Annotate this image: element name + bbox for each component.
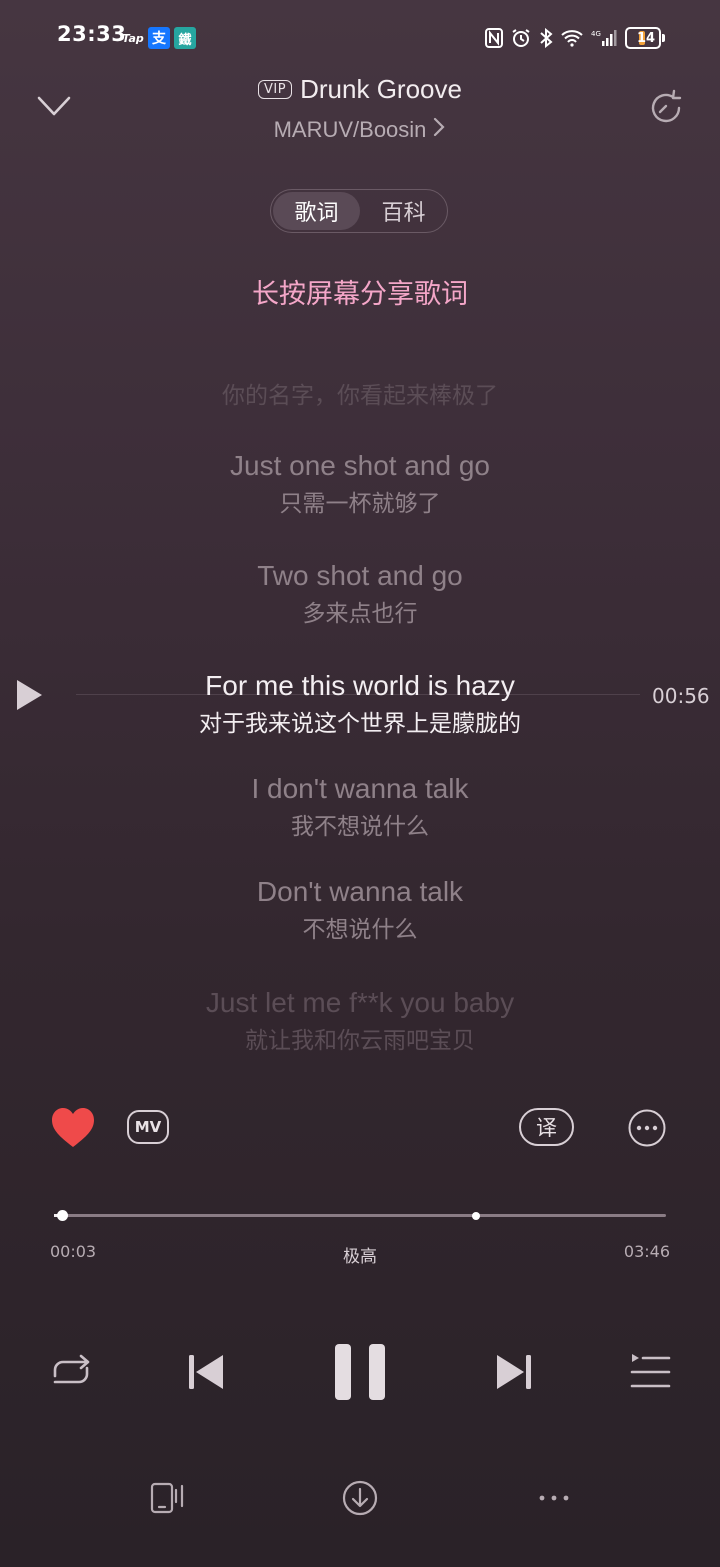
railway-app-icon: 鐵 bbox=[174, 27, 196, 49]
audio-quality-button[interactable]: 极高 bbox=[0, 1242, 720, 1267]
lyric-original: I don't wanna talk bbox=[251, 773, 469, 804]
ellipsis-icon bbox=[539, 1495, 569, 1501]
battery-icon: 14 bbox=[625, 27, 665, 49]
total-time: 03:46 bbox=[623, 1242, 670, 1261]
battery-level: 14 bbox=[637, 30, 656, 46]
lyric-translation: 只需一杯就够了 bbox=[279, 491, 441, 517]
lyric-translation: 你的名字，你看起来棒极了 bbox=[222, 383, 498, 409]
lyric-translation: 不想说什么 bbox=[302, 917, 418, 943]
share-lyrics-hint: 长按屏幕分享歌词 bbox=[252, 279, 468, 310]
heart-icon bbox=[52, 1108, 94, 1147]
lyric-original: Two shot and go bbox=[257, 560, 463, 591]
next-track-button[interactable] bbox=[492, 1350, 536, 1394]
lyric-original: Just let me f**k you baby bbox=[205, 987, 515, 1018]
more-options-button[interactable] bbox=[627, 1108, 667, 1148]
bottom-more-button[interactable] bbox=[536, 1486, 572, 1510]
playlist-button[interactable] bbox=[628, 1350, 672, 1394]
song-title: Drunk Groove bbox=[300, 74, 462, 104]
skip-next-icon bbox=[497, 1355, 531, 1389]
lyric-line[interactable]: 你的名字，你看起来棒极了 bbox=[0, 374, 720, 410]
artist-name: MARUV/Boosin bbox=[273, 117, 427, 142]
pause-button[interactable] bbox=[330, 1340, 390, 1404]
nfc-icon bbox=[485, 28, 503, 48]
lyric-line[interactable]: Just one shot and go 只需一杯就够了 bbox=[0, 450, 720, 518]
lyric-line-time: 00:56 bbox=[652, 684, 710, 708]
lyric-line[interactable]: Two shot and go 多来点也行 bbox=[0, 560, 720, 628]
repeat-button[interactable] bbox=[47, 1350, 95, 1394]
lyric-original: Don't wanna talk bbox=[256, 876, 464, 907]
alipay-app-icon: 支 bbox=[148, 27, 170, 49]
lyric-line[interactable]: I don't wanna talk 我不想说什么 bbox=[0, 773, 720, 841]
like-button[interactable] bbox=[50, 1106, 96, 1150]
song-title-row: VIP Drunk Groove bbox=[0, 74, 720, 105]
play-icon bbox=[17, 680, 42, 710]
share-button[interactable] bbox=[646, 88, 686, 128]
tap-app-icon: Tap bbox=[122, 31, 144, 45]
pause-icon bbox=[335, 1344, 385, 1400]
lyric-line[interactable]: Just let me f**k you baby 就让我和你云雨吧宝贝 bbox=[0, 987, 720, 1055]
alarm-icon bbox=[511, 28, 531, 48]
vip-badge: VIP bbox=[258, 80, 293, 99]
svg-text:4G: 4G bbox=[591, 30, 601, 38]
lyric-translation: 对于我来说这个世界上是朦胧的 bbox=[199, 711, 521, 737]
translate-button[interactable]: 译 bbox=[519, 1108, 574, 1146]
download-icon bbox=[342, 1480, 378, 1516]
status-icons: 4G 14 bbox=[485, 27, 665, 49]
previous-track-button[interactable] bbox=[184, 1350, 228, 1394]
more-circle-icon bbox=[628, 1109, 666, 1147]
lyric-translation: 我不想说什么 bbox=[291, 814, 429, 840]
status-time: 23:33 bbox=[57, 22, 127, 46]
current-lyric-line[interactable]: For me this world is hazy 对于我来说这个世界上是朦胧的 bbox=[0, 670, 720, 738]
lyric-translation: 多来点也行 bbox=[302, 601, 418, 627]
repeat-icon bbox=[53, 1354, 90, 1384]
chevron-right-icon bbox=[432, 116, 446, 144]
lyric-line[interactable]: Don't wanna talk 不想说什么 bbox=[0, 876, 720, 944]
signal-icon: 4G bbox=[591, 28, 617, 48]
mv-button[interactable]: MV bbox=[127, 1110, 169, 1144]
play-from-line-button[interactable] bbox=[14, 678, 44, 712]
buffer-marker bbox=[472, 1212, 481, 1220]
device-icon bbox=[150, 1482, 184, 1514]
skip-previous-icon bbox=[189, 1355, 223, 1389]
device-output-button[interactable] bbox=[148, 1478, 188, 1518]
progress-track[interactable] bbox=[54, 1214, 666, 1217]
tab-encyclopedia[interactable]: 百科 bbox=[360, 192, 447, 230]
tab-lyrics[interactable]: 歌词 bbox=[273, 192, 360, 230]
lyric-original: Just one shot and go bbox=[230, 450, 490, 481]
lyrics-tabs: 歌词 百科 bbox=[270, 189, 448, 233]
bluetooth-icon bbox=[539, 28, 553, 48]
playlist-icon bbox=[630, 1354, 671, 1388]
download-button[interactable] bbox=[340, 1478, 380, 1518]
artist-link[interactable]: MARUV/Boosin bbox=[0, 116, 720, 144]
wifi-icon bbox=[561, 29, 583, 47]
lyric-translation: 就让我和你云雨吧宝贝 bbox=[245, 1028, 475, 1054]
progress-knob[interactable] bbox=[56, 1210, 68, 1221]
share-refresh-icon bbox=[651, 89, 682, 123]
lyric-original: For me this world is hazy bbox=[205, 670, 515, 701]
